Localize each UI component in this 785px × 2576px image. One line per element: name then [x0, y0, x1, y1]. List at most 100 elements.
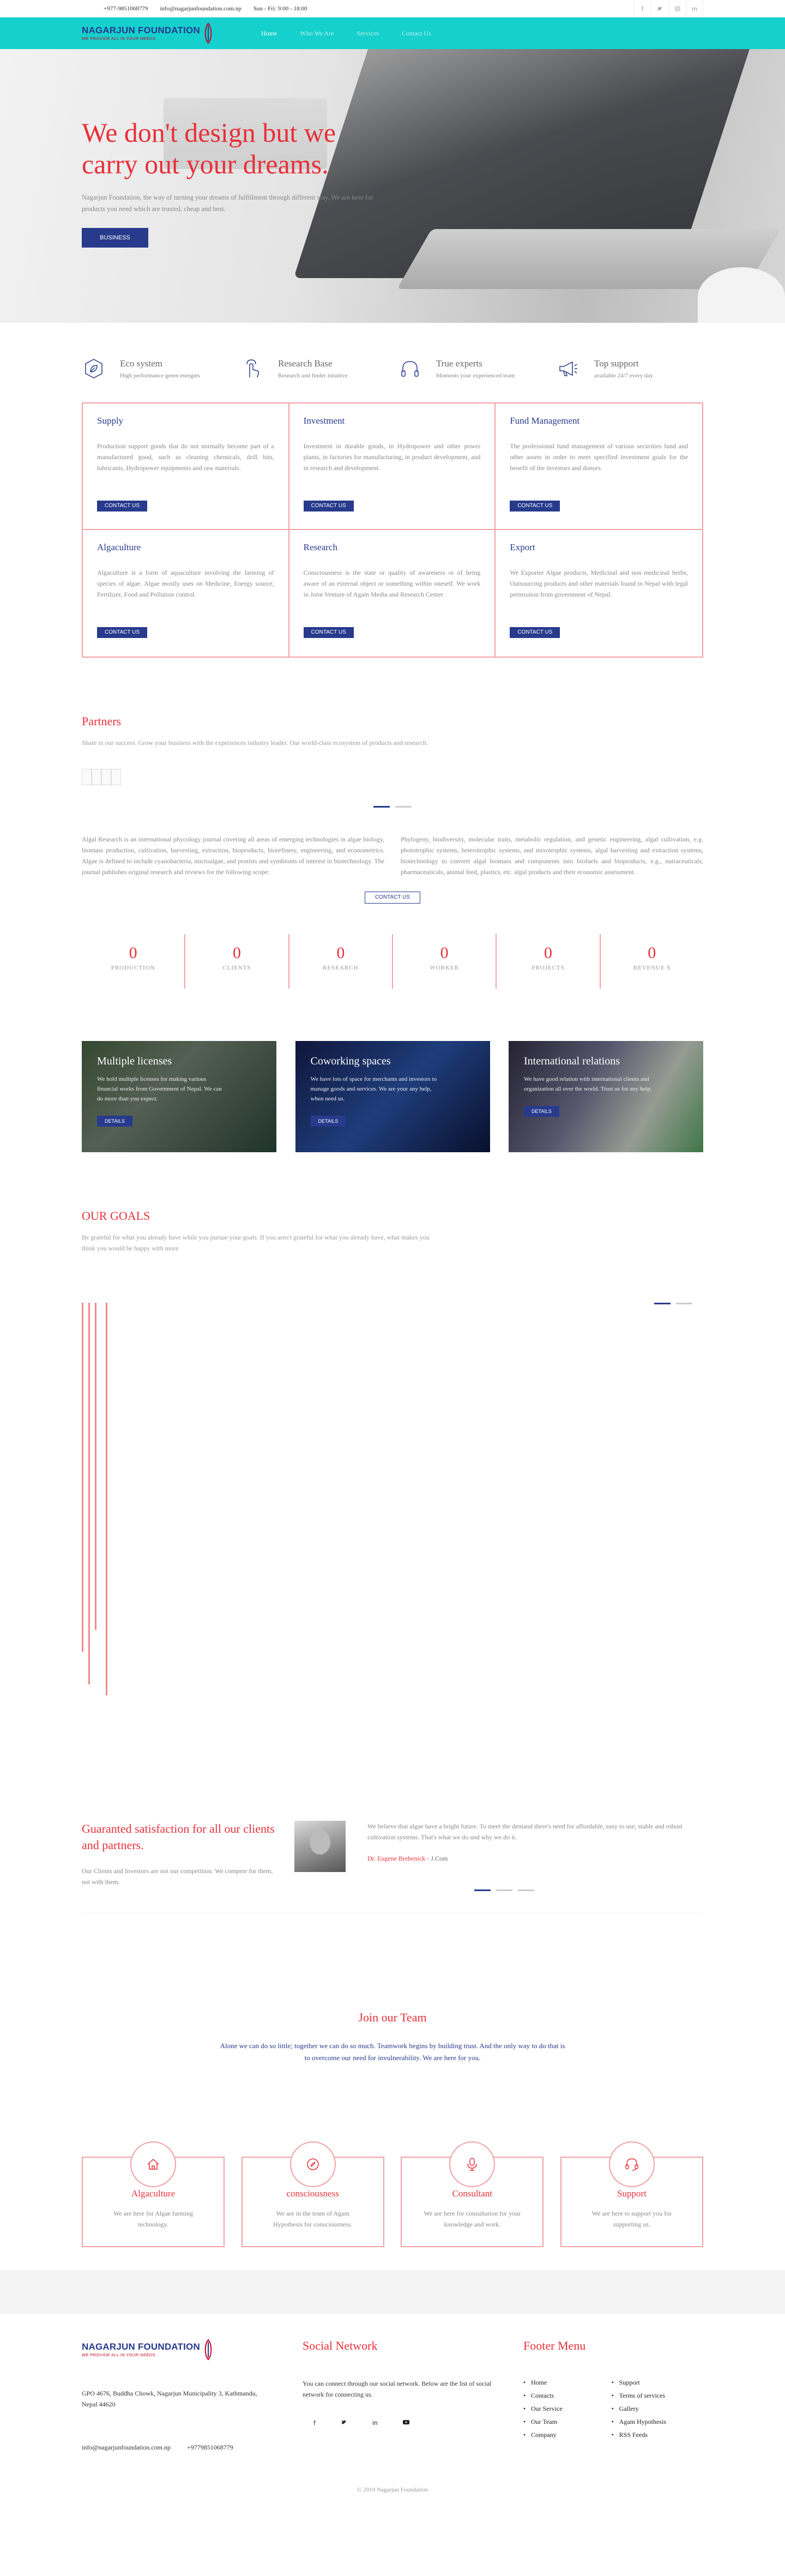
footer-link[interactable]: Our Team [523, 2415, 563, 2428]
contact-us-button[interactable]: CONTACT US [97, 501, 148, 511]
partner-logo[interactable] [101, 769, 111, 785]
service-text: Consciousness is the state or quality of… [303, 569, 481, 598]
footer-logo[interactable]: NAGARJUN FOUNDATION WE PROVIDE ALL IN YO… [82, 2339, 262, 2361]
footer-link[interactable]: Gallery [612, 2402, 666, 2415]
feature-title: Top support [594, 358, 639, 369]
features-row: Eco system High performance green energie… [82, 357, 703, 381]
service-text: Production support goods that do not nor… [97, 442, 274, 472]
team-card-support[interactable]: Support We are here to support you for s… [560, 2141, 703, 2247]
megaphone-icon [556, 357, 580, 381]
footer-menu-column: Footer Menu Home Contacts Our Service Ou… [523, 2339, 703, 2452]
details-button[interactable]: DETAILS [524, 1106, 559, 1117]
nav-who-we-are[interactable]: Who We Are [300, 29, 334, 38]
footer-link[interactable]: Our Service [523, 2402, 563, 2415]
footer-phone[interactable]: +9779851068779 [187, 2443, 233, 2452]
highlight-cards: Multiple licenses We hold multiple licen… [82, 1041, 703, 1152]
feature-text: Moments your experienced team [436, 372, 515, 379]
card-international-relations: International relations We have good rel… [509, 1041, 703, 1152]
about-contact-us-button[interactable]: CONTACT US [365, 892, 420, 904]
author-company: J.Com [431, 1855, 448, 1862]
contact-us-button[interactable]: CONTACT US [97, 627, 148, 638]
carousel-dot[interactable] [373, 806, 390, 808]
card-title: Multiple licenses [97, 1055, 172, 1067]
footer-link[interactable]: Home [523, 2376, 563, 2389]
details-button[interactable]: DETAILS [310, 1116, 346, 1127]
service-text: We Exporter Algae products, Medicinal an… [510, 569, 688, 598]
footer: NAGARJUN FOUNDATION WE PROVIDE ALL IN YO… [0, 2314, 785, 2493]
team-card-consciousness[interactable]: consciousness We are in the team of Agam… [241, 2141, 384, 2247]
nav-home[interactable]: Home [261, 29, 277, 38]
top-bar: +977-9851068779 info@nagarjunfoundation.… [0, 0, 785, 17]
linkedin-icon[interactable]: in [372, 2419, 378, 2427]
partner-logo[interactable] [92, 769, 101, 785]
counter-clients: 0 CLIENTS [185, 934, 289, 989]
carousel-dot[interactable] [474, 1889, 491, 1891]
carousel-dot[interactable] [395, 806, 412, 808]
carousel-dot[interactable] [496, 1889, 512, 1891]
counter-projects: 0 PROJECTS [497, 934, 601, 989]
facebook-icon[interactable]: f [313, 2419, 316, 2427]
facebook-icon[interactable]: f [633, 0, 651, 17]
feature-item: Eco system High performance green energie… [82, 357, 229, 381]
logo-mark-icon [204, 22, 212, 44]
avatar [294, 1821, 346, 1872]
team-card-algaculture[interactable]: Algaculture We are here for Algae farmin… [82, 2141, 225, 2247]
footer-link[interactable]: Terms of services [612, 2389, 666, 2402]
card-text: We have lots of space for merchants and … [310, 1076, 437, 1102]
team-card-title: Algaculture [131, 2188, 176, 2199]
navbar: NAGARJUN FOUNDATION WE PROVIDE ALL IN YO… [0, 17, 785, 49]
service-card-investment: Investment Investment in durable goods, … [289, 404, 496, 530]
counter-value: 0 [232, 944, 241, 962]
team-card-consultant[interactable]: Consultant We are here for consultation … [401, 2141, 544, 2247]
top-phone[interactable]: +977-9851068779 [104, 5, 148, 12]
hero-section: We don't design but we carry out your dr… [0, 49, 785, 323]
contact-us-button[interactable]: CONTACT US [303, 501, 354, 511]
youtube-icon[interactable] [402, 2419, 409, 2427]
carousel-dot[interactable] [654, 1303, 671, 1304]
service-title: Investment [303, 416, 345, 426]
feature-text: High performance green energies [120, 372, 200, 379]
footer-link[interactable]: Support [612, 2376, 666, 2389]
testimonial-author: Dr. Eugene Brebenick - J.Com [367, 1855, 448, 1862]
footer-link[interactable]: Agam Hypothesis [612, 2415, 666, 2428]
main-nav: Home Who We Are Services Contact Us [261, 29, 431, 38]
service-title: Algaculture [97, 542, 141, 552]
contact-us-button[interactable]: CONTACT US [510, 627, 560, 638]
feature-text: Research and finder intuitive [278, 372, 348, 379]
goals-carousel [82, 1303, 703, 1821]
footer-link[interactable]: Contacts [523, 2389, 563, 2402]
contact-us-button[interactable]: CONTACT US [303, 627, 354, 638]
twitter-icon[interactable] [341, 2419, 347, 2427]
team-card-text: We are here for Algae farming technology… [113, 2210, 193, 2228]
service-title: Research [303, 542, 337, 552]
twitter-icon[interactable] [651, 0, 668, 17]
feature-item: True experts Moments your experienced tea… [398, 357, 545, 381]
hero-business-button[interactable]: BUSINESS [82, 228, 148, 248]
feature-text: available 24/7 every day [594, 372, 653, 379]
goal-progress-bar [88, 1303, 90, 1684]
partner-logo[interactable] [111, 769, 121, 785]
details-button[interactable]: DETAILS [97, 1116, 132, 1127]
footer-link[interactable]: RSS Feeds [612, 2428, 666, 2441]
footer-email[interactable]: info@nagarjunfoundation.com.np [82, 2443, 171, 2452]
microphone-icon [449, 2141, 496, 2187]
partner-logos [82, 769, 703, 785]
team-card-text: We are here to support you for supportin… [591, 2210, 672, 2228]
logo-tagline: WE PROVIDE ALL IN YOUR NEEDS [82, 2352, 155, 2358]
nav-services[interactable]: Services [357, 29, 379, 38]
top-email[interactable]: info@nagarjunfoundation.com.np [160, 5, 241, 12]
team-card-title: consciousness [286, 2188, 339, 2199]
service-text: Investment in durable goods, in Hydropow… [303, 442, 481, 472]
nav-contact-us[interactable]: Contact Us [402, 29, 431, 38]
linkedin-icon[interactable]: in [686, 0, 703, 17]
partner-logo[interactable] [82, 769, 92, 785]
card-title: Coworking spaces [310, 1055, 391, 1067]
footer-link[interactable]: Company [523, 2428, 563, 2441]
carousel-dot[interactable] [676, 1303, 692, 1304]
testimonial-section: Guaranted satisfaction for all our clien… [82, 1821, 703, 1891]
instagram-icon[interactable] [668, 0, 686, 17]
carousel-dot[interactable] [518, 1889, 534, 1891]
headset-icon [608, 2141, 655, 2187]
contact-us-button[interactable]: CONTACT US [510, 501, 560, 511]
logo[interactable]: NAGARJUN FOUNDATION WE PROVIDE ALL IN YO… [82, 22, 213, 44]
